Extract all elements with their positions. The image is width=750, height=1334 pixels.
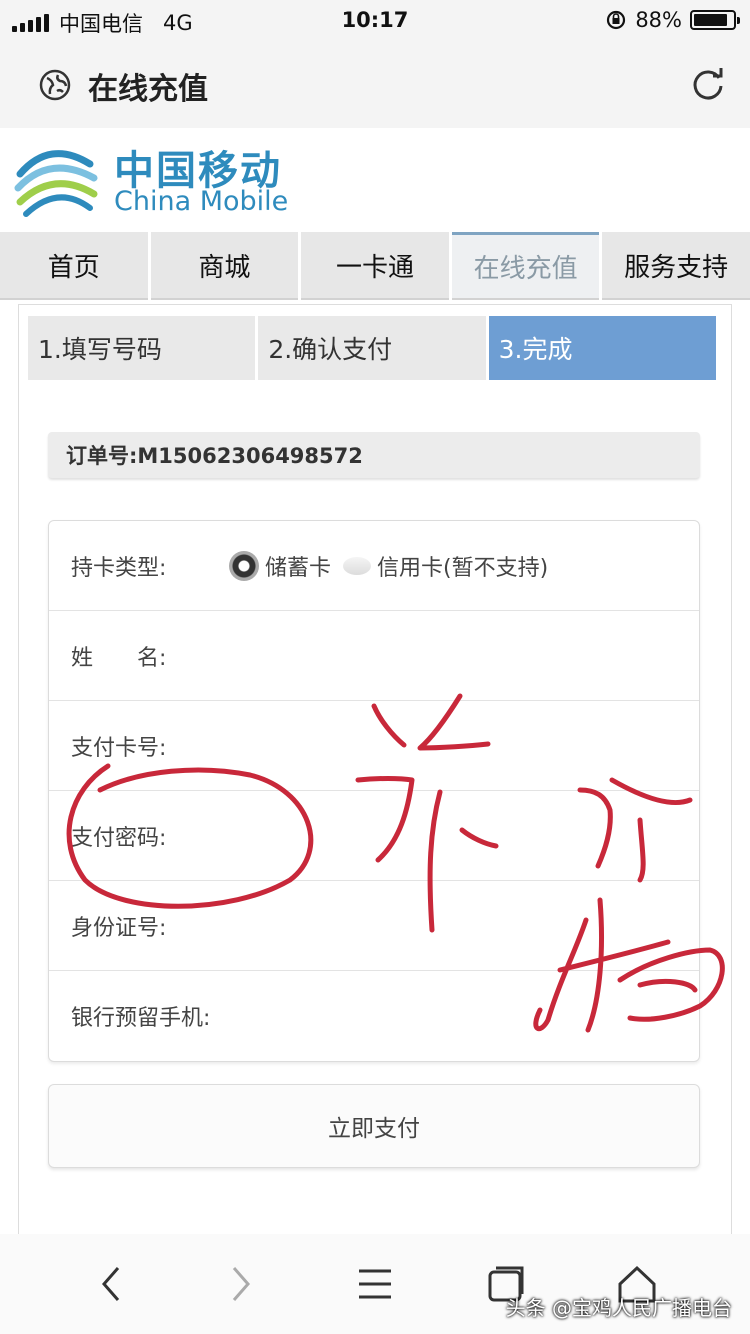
rotation-lock-icon xyxy=(607,10,626,30)
id-number-label: 身份证号: xyxy=(71,915,167,941)
brand-header: 中国移动 China Mobile xyxy=(0,128,750,232)
back-icon[interactable] xyxy=(98,1264,124,1304)
globe-icon xyxy=(39,69,71,101)
china-mobile-logo-icon xyxy=(14,150,98,217)
card-number-label: 支付卡号: xyxy=(71,735,167,761)
brand-name-en: China Mobile xyxy=(114,186,289,217)
browser-title-bar: 在线充值 xyxy=(0,40,750,128)
payment-form: 持卡类型: 储蓄卡 信用卡(暂不支持) 姓 名: 支付卡号: 支付密码: 身份证… xyxy=(48,520,700,1062)
name-label: 姓 名: xyxy=(71,645,167,671)
debit-label[interactable]: 储蓄卡 xyxy=(265,550,331,582)
card-type-label: 持卡类型: xyxy=(71,555,167,581)
name-row[interactable]: 姓 名: xyxy=(49,611,699,701)
nav-tab-home[interactable]: 首页 xyxy=(0,232,148,300)
id-number-row[interactable]: 身份证号: xyxy=(49,881,699,971)
battery-icon xyxy=(690,10,740,30)
menu-icon[interactable] xyxy=(356,1264,394,1304)
step-complete: 3.完成 xyxy=(488,316,716,380)
credit-radio[interactable] xyxy=(343,557,372,575)
password-row[interactable]: 支付密码: xyxy=(49,791,699,881)
nav-tab-mall[interactable]: 商城 xyxy=(150,232,299,300)
main-nav: 首页 商城 一卡通 在线充值 服务支持 xyxy=(0,232,750,302)
nav-tab-recharge[interactable]: 在线充值 xyxy=(451,232,600,300)
debit-radio[interactable] xyxy=(229,551,259,581)
pay-now-button[interactable]: 立即支付 xyxy=(48,1084,700,1168)
nav-tab-support[interactable]: 服务支持 xyxy=(602,232,750,300)
password-label: 支付密码: xyxy=(71,825,167,851)
page-title: 在线充值 xyxy=(88,72,208,107)
forward-icon[interactable] xyxy=(228,1264,254,1304)
order-number: 订单号:M15062306498572 xyxy=(48,432,700,478)
bank-phone-row[interactable]: 银行预留手机: xyxy=(49,971,699,1061)
status-bar: 中国电信 4G 10:17 88% xyxy=(0,0,750,40)
bank-phone-label: 银行预留手机: xyxy=(71,1006,211,1031)
credit-label[interactable]: 信用卡(暂不支持) xyxy=(377,550,548,582)
card-number-row[interactable]: 支付卡号: xyxy=(49,701,699,791)
step-confirm-payment: 2.确认支付 xyxy=(258,316,486,380)
nav-tab-card[interactable]: 一卡通 xyxy=(301,232,449,300)
progress-steps: 1.填写号码 2.确认支付 3.完成 xyxy=(28,316,716,380)
reload-icon[interactable] xyxy=(688,64,728,104)
step-fill-number: 1.填写号码 xyxy=(28,316,256,380)
card-type-row: 持卡类型: 储蓄卡 信用卡(暂不支持) xyxy=(49,521,699,611)
battery-percent: 88% xyxy=(635,8,682,32)
watermark: 头条 @宝鸡人民广播电台 xyxy=(505,1296,732,1320)
